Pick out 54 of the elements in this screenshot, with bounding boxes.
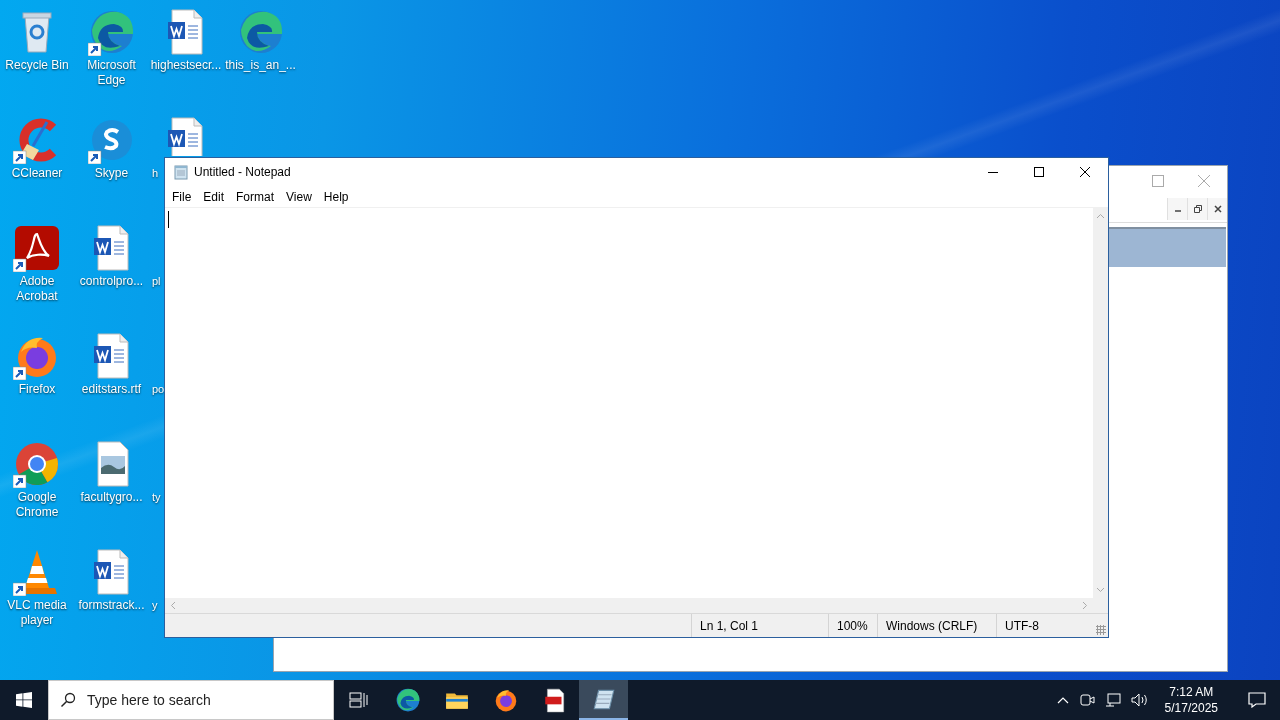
text-cursor — [168, 211, 169, 228]
desktop-icon-label[interactable]: h — [152, 166, 159, 181]
camera-icon[interactable] — [1078, 692, 1095, 708]
close-icon[interactable] — [1213, 205, 1222, 213]
desktop-icon-label[interactable]: VLC media player — [0, 598, 74, 628]
network-icon[interactable] — [1104, 692, 1121, 708]
close-icon[interactable] — [1080, 167, 1090, 177]
desktop-icon-label[interactable]: Recycle Bin — [5, 58, 69, 73]
taskbar-button[interactable] — [579, 680, 628, 720]
restore-button[interactable] — [1187, 198, 1207, 220]
close-button[interactable] — [1207, 198, 1227, 220]
desktop-icon-label[interactable]: CCleaner — [11, 166, 63, 181]
edge-icon[interactable] — [394, 687, 421, 713]
desktop-icon-label[interactable]: ty — [152, 490, 161, 505]
desktop-icon-label[interactable]: pl — [152, 274, 161, 289]
desktop-icon-label[interactable]: y — [152, 598, 158, 613]
menu-item[interactable]: Edit — [197, 187, 231, 206]
desktop-icon-label[interactable]: Google Chrome — [0, 490, 74, 520]
desktop-icon-label[interactable]: Firefox — [18, 382, 56, 397]
chrome-icon[interactable] — [13, 440, 61, 488]
speech-bubble-icon[interactable] — [1248, 692, 1266, 708]
volume-icon[interactable] — [1130, 692, 1149, 708]
desktop-icon-label[interactable]: Microsoft Edge — [74, 58, 149, 88]
desktop-icon-label[interactable]: highestsecr... — [150, 58, 222, 73]
status-text: Ln 1, Col 1 — [691, 614, 828, 637]
task-view-icon[interactable] — [348, 692, 369, 708]
desktop-icon-label[interactable]: controlpro... — [79, 274, 144, 289]
notepad-icon — [173, 164, 189, 180]
menu-item[interactable]: Format — [230, 187, 281, 206]
search-field[interactable]: Type here to search — [48, 680, 334, 720]
desktop-icon-label[interactable]: Adobe Acrobat — [0, 274, 74, 304]
maximize-icon[interactable] — [1034, 167, 1044, 177]
resize-grip-icon[interactable] — [1096, 625, 1106, 635]
status-text: Windows (CRLF) — [877, 614, 996, 637]
desktop-icon-label[interactable]: this_is_an_... — [225, 58, 296, 73]
menu-item[interactable]: View — [280, 187, 318, 206]
windows-logo-icon[interactable] — [16, 692, 32, 708]
status-text: UTF-8 — [996, 614, 1096, 637]
restore-icon[interactable] — [1193, 205, 1202, 213]
desktop-icon-label[interactable]: po — [152, 382, 165, 397]
clock-time[interactable]: 7:12 AM — [1169, 684, 1214, 700]
chevron-up-icon[interactable] — [1056, 696, 1069, 704]
desktop-icon-label[interactable]: Skype — [94, 166, 129, 181]
status-text: 100% — [828, 614, 877, 637]
desktop-icon-label[interactable]: formstrack... — [78, 598, 145, 613]
edge-icon[interactable] — [87, 8, 136, 56]
clock-date[interactable]: 5/17/2025 — [1164, 700, 1218, 716]
window-title: Untitled - Notepad — [194, 165, 292, 179]
desktop-icon-label[interactable]: editstars.rtf — [81, 382, 142, 397]
desktop-icon-label[interactable]: facultygro... — [80, 490, 143, 505]
minimize-button[interactable] — [1167, 198, 1187, 220]
pdf-app-icon[interactable] — [13, 224, 61, 272]
menu-item[interactable]: File — [166, 187, 198, 206]
menu-item[interactable]: Help — [317, 187, 355, 206]
